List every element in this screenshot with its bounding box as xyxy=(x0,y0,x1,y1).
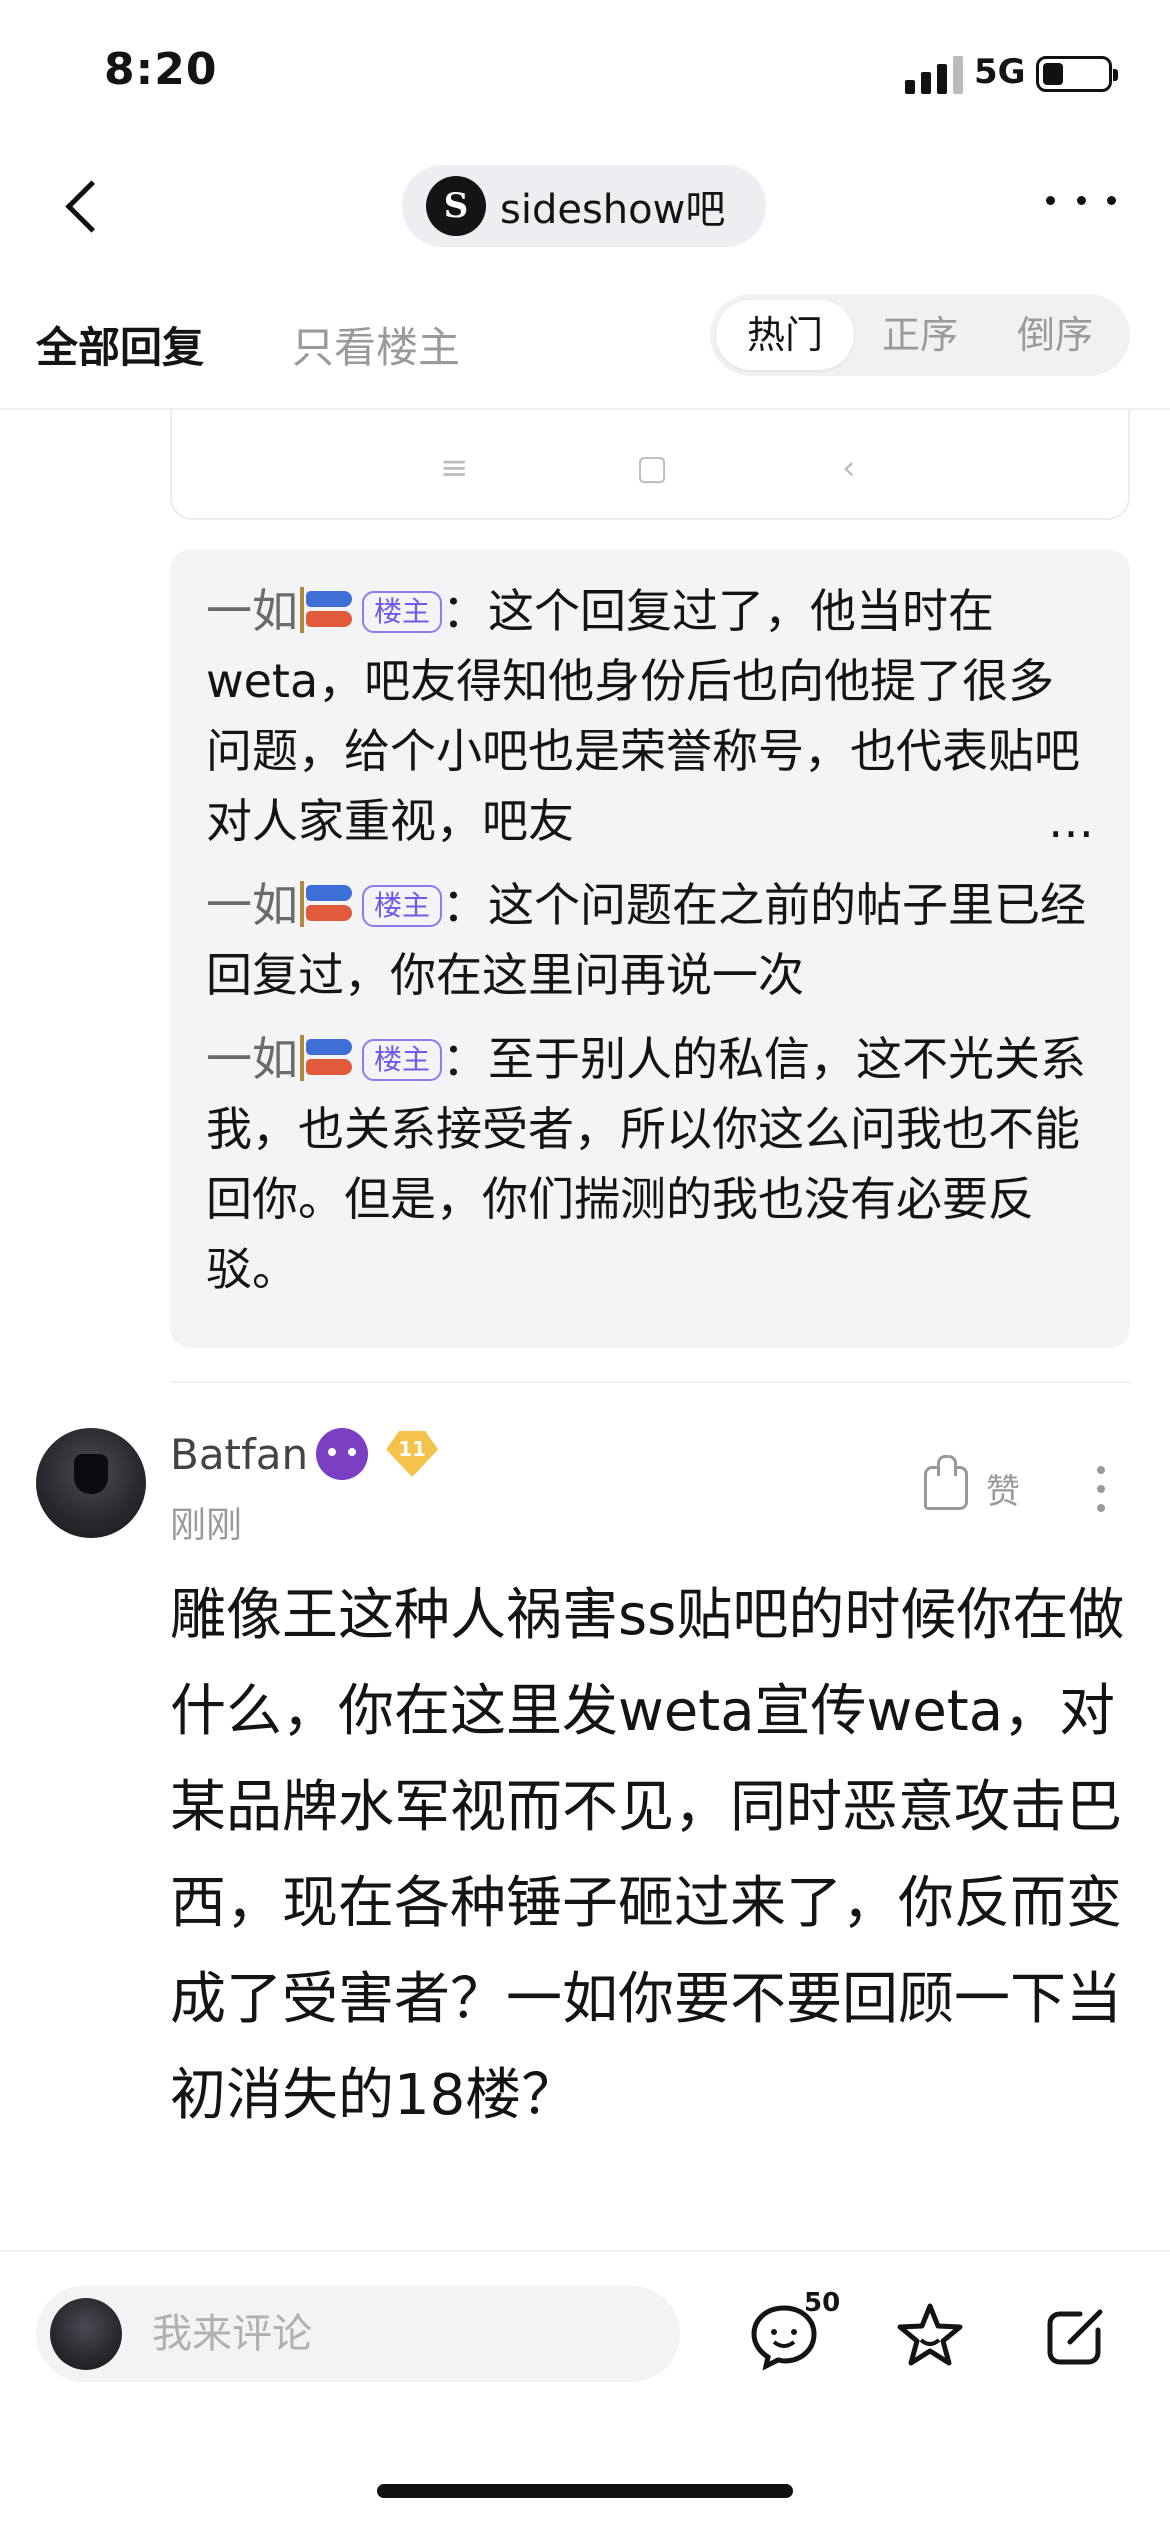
level-badge: 11 xyxy=(386,1431,439,1477)
back-button[interactable] xyxy=(55,168,115,248)
forum-name: sideshow吧 xyxy=(500,187,726,233)
favorite-button[interactable] xyxy=(890,2296,970,2376)
comment-more-button[interactable] xyxy=(1097,1466,1107,1512)
sub-reply-author[interactable]: 一如 xyxy=(206,878,298,932)
kite-flag-icon xyxy=(298,881,356,927)
tab-all-replies[interactable]: 全部回复 xyxy=(36,314,204,375)
menu-icon: ≡ xyxy=(440,448,469,488)
like-label: 赞 xyxy=(986,1471,1020,1512)
status-time: 8:20 xyxy=(104,44,218,95)
forum-logo: S xyxy=(426,176,486,236)
my-avatar xyxy=(50,2298,122,2370)
kite-flag-icon xyxy=(298,587,356,633)
avatar[interactable] xyxy=(36,1428,146,1538)
share-button[interactable] xyxy=(1036,2296,1116,2376)
sub-reply[interactable]: 一如 楼主 ：这个问题在之前的帖子里已经回复过，你在这里问再说一次 xyxy=(206,870,1094,1010)
sub-replies-box[interactable]: 一如 楼主 ：这个回复过了，他当时在weta，吧友得知他身份后也向他提了很多问题，给… xyxy=(170,550,1130,1348)
sub-reply-author[interactable]: 一如 xyxy=(206,1032,298,1086)
sort-hot[interactable]: 热门 xyxy=(716,300,854,370)
status-bar: 8:20 5G xyxy=(0,0,1170,140)
sub-reply-author[interactable]: 一如 xyxy=(206,584,298,638)
comment-time: 刚刚 xyxy=(170,1505,243,1546)
comment-count: 50 xyxy=(804,2288,841,2318)
signal-icon xyxy=(905,56,965,94)
divider xyxy=(170,1381,1130,1383)
op-badge: 楼主 xyxy=(362,885,443,927)
comment-body: 雕像王这种人祸害ss贴吧的时候你在做什么，你在这里发weta宣传weta，对某品… xyxy=(170,1583,1125,2128)
edit-share-icon xyxy=(1047,2309,1103,2365)
sort-descending[interactable]: 倒序 xyxy=(986,300,1124,370)
thumbs-up-icon xyxy=(924,1455,968,1510)
home-indicator xyxy=(377,2484,793,2498)
battery-icon xyxy=(1036,56,1118,92)
devil-emoji-icon xyxy=(316,1428,369,1480)
tab-op-only[interactable]: 只看楼主 xyxy=(292,314,460,375)
sub-reply[interactable]: 一如 楼主 ：至于别人的私信，这不光关系我，也关系接受者，所以你这么问我也不能回你。… xyxy=(206,1024,1094,1304)
comment-input[interactable] xyxy=(152,2311,632,2357)
op-badge: 楼主 xyxy=(362,1039,443,1081)
more-options-button[interactable] xyxy=(1046,196,1116,216)
bottom-bar: 50 xyxy=(0,2250,1170,2532)
back-arrow-icon: ‹ xyxy=(842,448,856,488)
sub-reply[interactable]: 一如 楼主 ：这个回复过了，他当时在weta，吧友得知他身份后也向他提了很多问题，给… xyxy=(206,576,1094,856)
sort-ascending[interactable]: 正序 xyxy=(851,300,989,370)
network-label: 5G xyxy=(974,52,1026,92)
filter-bar: 全部回复 只看楼主 热门 正序 倒序 xyxy=(0,290,1170,410)
comment-button[interactable]: 50 xyxy=(744,2288,840,2376)
square-icon: ▢ xyxy=(636,448,669,488)
kite-flag-icon xyxy=(298,1035,356,1081)
username[interactable]: Batfan xyxy=(170,1430,308,1479)
op-badge: 楼主 xyxy=(362,591,443,633)
star-icon xyxy=(897,2303,963,2366)
comment-input-box[interactable] xyxy=(36,2286,680,2382)
forum-title-pill[interactable]: S sideshow吧 xyxy=(402,165,766,247)
like-button[interactable]: 赞 xyxy=(924,1455,1020,1518)
comment-author[interactable]: Batfan 11 xyxy=(170,1428,439,1480)
sort-toggle: 热门 正序 倒序 xyxy=(710,294,1130,376)
partial-image-card: ≡ ▢ ‹ xyxy=(170,410,1130,520)
